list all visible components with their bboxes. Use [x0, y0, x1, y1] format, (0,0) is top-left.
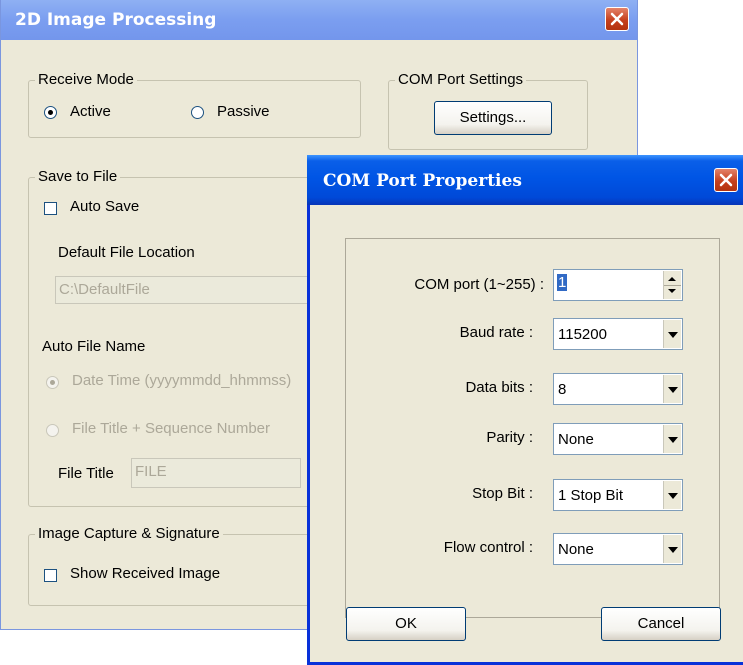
- file-title-value: FILE: [135, 463, 167, 480]
- receive-mode-label: Receive Mode: [35, 71, 137, 89]
- com-port-settings-label: COM Port Settings: [395, 71, 527, 89]
- parity-select[interactable]: None: [553, 423, 683, 455]
- spin-down-icon[interactable]: [668, 289, 676, 293]
- active-radio[interactable]: [44, 106, 57, 119]
- com-port-label: COM port (1~255) :: [414, 276, 544, 293]
- data-bits-value: 8: [558, 381, 567, 398]
- parity-value: None: [558, 431, 594, 448]
- stop-bit-value: 1 Stop Bit: [558, 487, 624, 504]
- com-port-dialog: COM Port Properties COM port (1~255) : 1…: [307, 155, 743, 665]
- data-bits-label: Data bits :: [465, 379, 533, 396]
- settings-button-label: Settings...: [459, 109, 527, 126]
- parity-label: Parity :: [486, 429, 533, 446]
- ok-button[interactable]: OK: [346, 607, 466, 641]
- chevron-down-icon[interactable]: [663, 320, 681, 348]
- settings-button[interactable]: Settings...: [434, 101, 552, 135]
- main-titlebar: 2D Image Processing: [1, 0, 637, 40]
- close-icon: [610, 12, 624, 26]
- default-file-location-field[interactable]: C:\DefaultFile: [55, 276, 345, 304]
- dialog-titlebar: COM Port Properties: [307, 155, 743, 205]
- auto-save-label[interactable]: Auto Save: [70, 198, 139, 215]
- file-title-field[interactable]: FILE: [131, 458, 301, 488]
- stop-bit-label: Stop Bit :: [472, 485, 533, 502]
- file-title-label: File Title: [58, 465, 114, 482]
- com-port-spinner[interactable]: 1: [553, 269, 683, 301]
- stop-bit-select[interactable]: 1 Stop Bit: [553, 479, 683, 511]
- active-radio-label[interactable]: Active: [70, 103, 111, 120]
- main-close-button[interactable]: [605, 7, 629, 31]
- baud-rate-select[interactable]: 115200: [553, 318, 683, 350]
- save-to-file-label: Save to File: [35, 168, 121, 186]
- passive-radio-label[interactable]: Passive: [217, 103, 270, 120]
- dialog-close-button[interactable]: [714, 168, 738, 192]
- ok-button-label: OK: [395, 615, 417, 632]
- baud-rate-value: 115200: [558, 326, 607, 343]
- default-file-location-value: C:\DefaultFile: [59, 281, 150, 298]
- spin-up-icon[interactable]: [668, 277, 676, 281]
- chevron-down-icon[interactable]: [663, 481, 681, 509]
- baud-rate-label: Baud rate :: [459, 324, 533, 341]
- image-capture-label: Image Capture & Signature: [35, 525, 223, 543]
- main-window-title: 2D Image Processing: [15, 10, 217, 30]
- chevron-down-icon[interactable]: [663, 425, 681, 453]
- cancel-button[interactable]: Cancel: [601, 607, 721, 641]
- chevron-down-icon[interactable]: [663, 535, 681, 563]
- date-time-radio-label[interactable]: Date Time (yyyymmdd_hhmmss): [72, 372, 291, 389]
- spin-buttons[interactable]: [663, 271, 681, 299]
- data-bits-select[interactable]: 8: [553, 373, 683, 405]
- flow-control-value: None: [558, 541, 594, 558]
- auto-save-checkbox[interactable]: [44, 202, 57, 215]
- file-title-sequence-radio-label[interactable]: File Title + Sequence Number: [72, 420, 270, 437]
- close-icon: [719, 173, 733, 187]
- com-port-value: 1: [557, 274, 568, 291]
- chevron-down-icon[interactable]: [663, 375, 681, 403]
- dialog-title: COM Port Properties: [323, 171, 522, 191]
- show-received-image-label[interactable]: Show Received Image: [70, 565, 220, 582]
- show-received-image-checkbox[interactable]: [44, 569, 57, 582]
- date-time-radio[interactable]: [46, 376, 59, 389]
- default-file-location-label: Default File Location: [58, 244, 195, 261]
- auto-file-name-label: Auto File Name: [42, 338, 146, 355]
- flow-control-label: Flow control :: [443, 539, 533, 556]
- flow-control-select[interactable]: None: [553, 533, 683, 565]
- cancel-button-label: Cancel: [637, 615, 685, 632]
- file-title-sequence-radio[interactable]: [46, 424, 59, 437]
- passive-radio[interactable]: [191, 106, 204, 119]
